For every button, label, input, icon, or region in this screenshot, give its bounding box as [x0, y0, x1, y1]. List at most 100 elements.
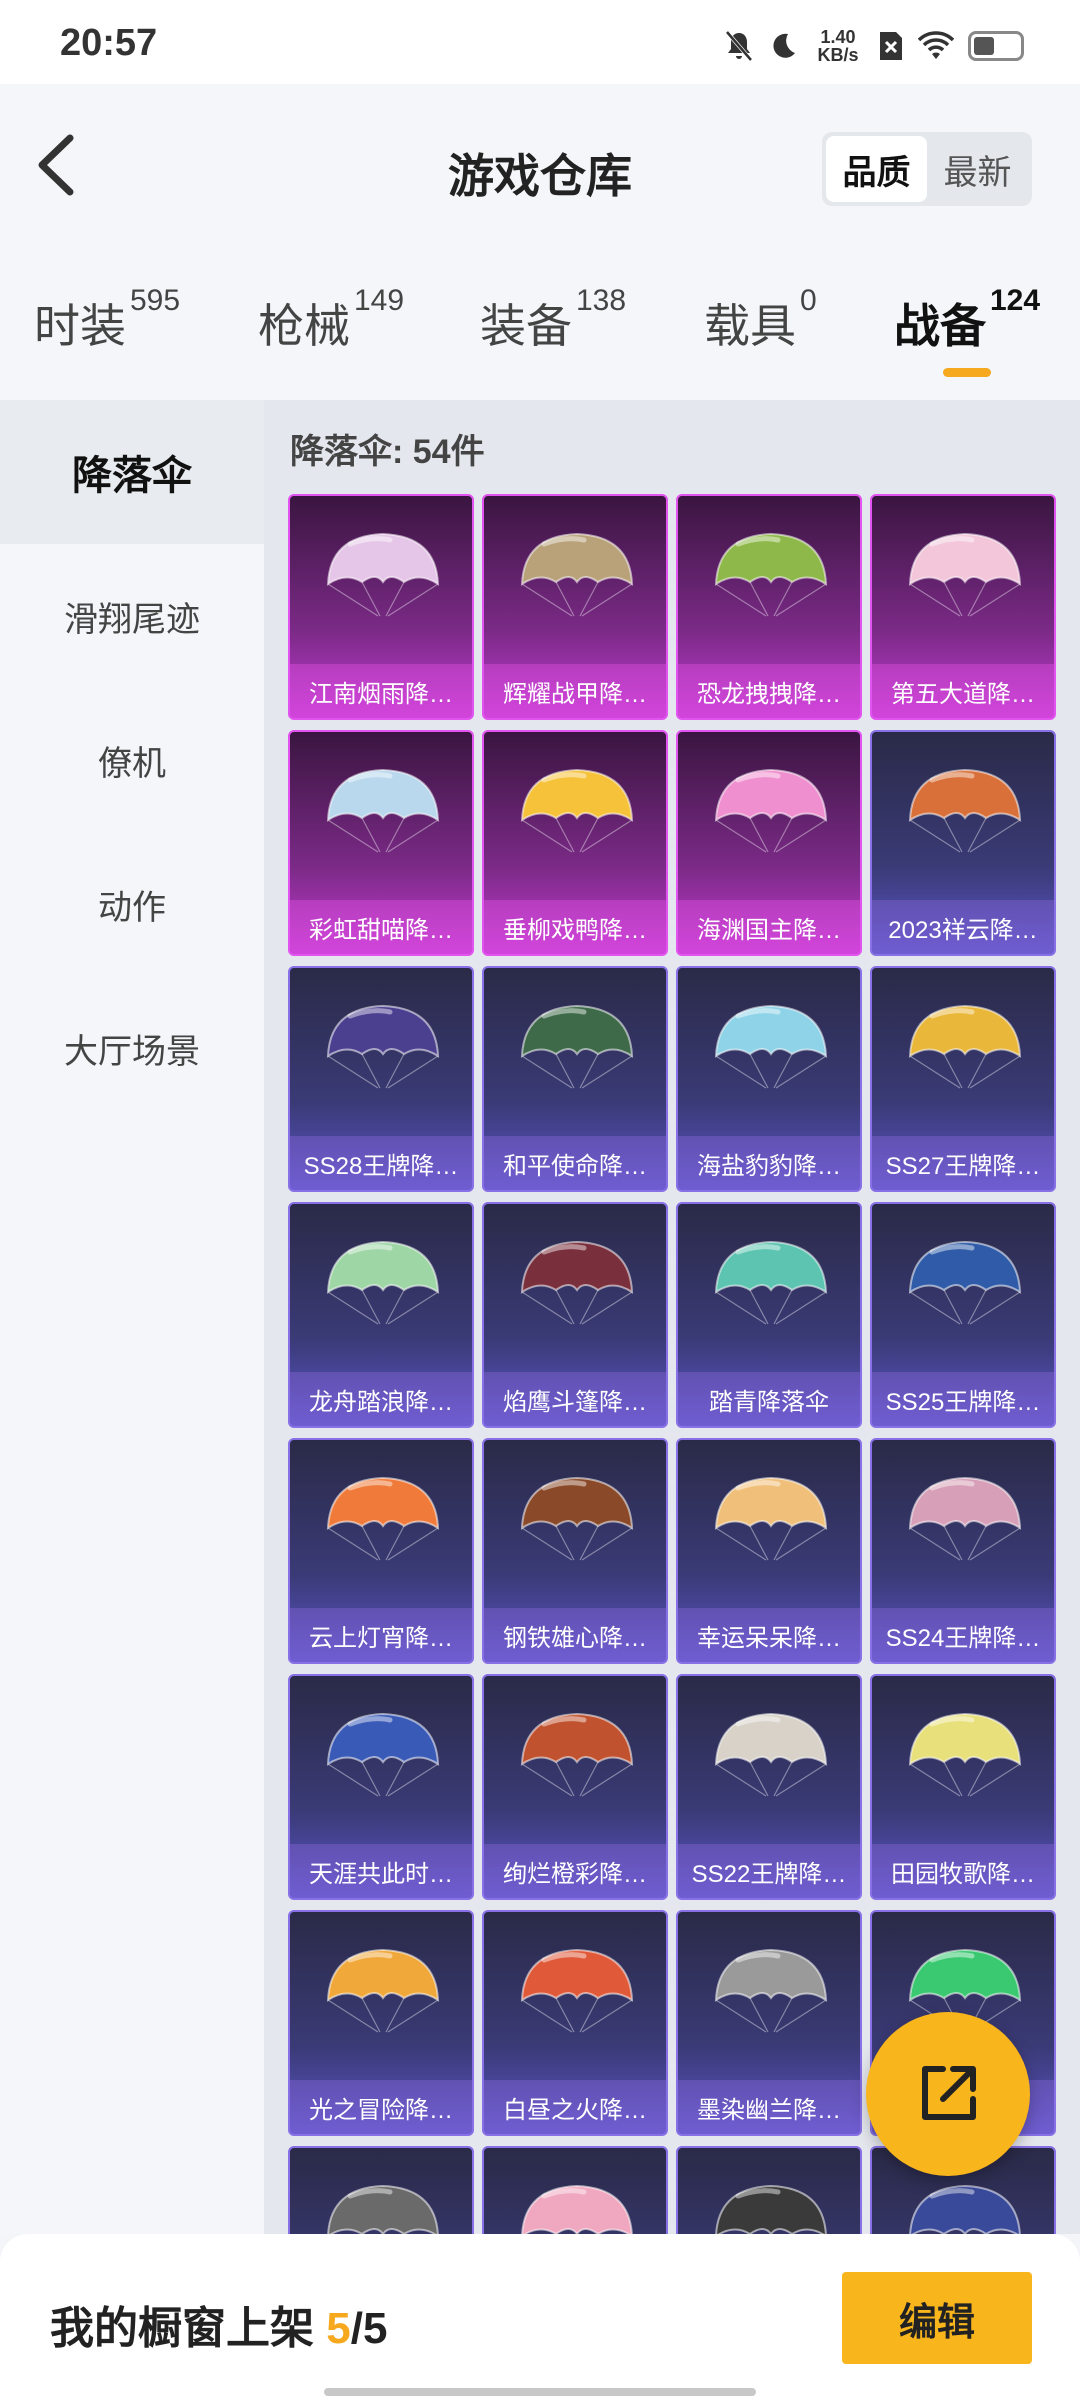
parachute-image	[326, 1948, 440, 2033]
parachute-name: 墨染幽兰降…	[678, 2080, 860, 2134]
parachute-card[interactable]: SS24王牌降…	[870, 1438, 1056, 1664]
parachute-name: 2023祥云降…	[872, 900, 1054, 954]
parachute-image	[715, 2184, 827, 2234]
tab-war-supplies[interactable]: 战备 124	[894, 284, 1040, 377]
parachute-card[interactable]: 2023祥云降…	[870, 730, 1056, 956]
parachute-card[interactable]: 焰鹰斗篷降…	[482, 1202, 668, 1428]
sort-toggle: 品质 最新	[822, 132, 1032, 206]
parachute-image	[520, 1476, 634, 1561]
parachute-name: 天涯共此时…	[290, 1844, 472, 1898]
parachute-card[interactable]	[288, 2146, 474, 2234]
parachute-image	[520, 1004, 634, 1089]
parachute-card[interactable]: SS28王牌降…	[288, 966, 474, 1192]
parachute-image	[909, 2184, 1021, 2234]
parachute-card[interactable]: 白昼之火降…	[482, 1910, 668, 2136]
parachute-card[interactable]: 踏青降落伞	[676, 1202, 862, 1428]
sidebar-item-glide-trail[interactable]: 滑翔尾迹	[0, 544, 264, 688]
parachute-name: 云上灯宵降…	[290, 1608, 472, 1662]
parachute-name: 海渊国主降…	[678, 900, 860, 954]
sidebar: 降落伞 滑翔尾迹 僚机 动作 大厅场景	[0, 400, 264, 2234]
parachute-card[interactable]: 墨染幽兰降…	[676, 1910, 862, 2136]
tab-vehicles[interactable]: 载具 0	[704, 284, 817, 356]
parachute-image	[520, 532, 634, 617]
tab-equipment[interactable]: 装备 138	[480, 284, 626, 356]
parachute-card[interactable]: 绚烂橙彩降…	[482, 1674, 668, 1900]
battery-level	[974, 37, 994, 55]
parachute-card[interactable]: 光之冒险降…	[288, 1910, 474, 2136]
parachute-card[interactable]	[482, 2146, 668, 2234]
edit-button[interactable]: 编辑	[842, 2272, 1032, 2364]
parachute-card[interactable]: 彩虹甜喵降…	[288, 730, 474, 956]
parachute-image	[714, 532, 828, 617]
parachute-name: 和平使命降…	[484, 1136, 666, 1190]
parachute-name: 垂柳戏鸭降…	[484, 900, 666, 954]
parachute-image	[326, 1004, 440, 1089]
showcase-current: 5	[326, 2304, 351, 2353]
parachute-card[interactable]: 和平使命降…	[482, 966, 668, 1192]
parachute-name: 钢铁雄心降…	[484, 1608, 666, 1662]
parachute-card[interactable]: SS25王牌降…	[870, 1202, 1056, 1428]
parachute-image	[326, 768, 440, 853]
status-bar: 20:57 1.40 KB/s	[0, 0, 1080, 84]
parachute-card[interactable]: SS22王牌降…	[676, 1674, 862, 1900]
item-count: 降落伞: 54件	[290, 433, 485, 471]
parachute-name: SS27王牌降…	[872, 1136, 1054, 1190]
sort-option-newest[interactable]: 最新	[927, 136, 1028, 202]
sidebar-item-lobby-scene[interactable]: 大厅场景	[0, 976, 264, 1120]
parachute-image	[520, 1948, 634, 2033]
parachute-card[interactable]: 龙舟踏浪降…	[288, 1202, 474, 1428]
parachute-name: 彩虹甜喵降…	[290, 900, 472, 954]
parachute-image	[908, 1004, 1022, 1089]
parachute-name: SS28王牌降…	[290, 1136, 472, 1190]
parachute-image	[521, 2184, 633, 2234]
parachute-image	[908, 532, 1022, 617]
sidebar-item-wingman[interactable]: 僚机	[0, 688, 264, 832]
share-button[interactable]	[866, 2012, 1030, 2176]
sidebar-item-parachute[interactable]: 降落伞	[0, 400, 264, 544]
active-tab-indicator	[943, 368, 992, 377]
sidebar-item-emote[interactable]: 动作	[0, 832, 264, 976]
parachute-name: 幸运呆呆降…	[678, 1608, 860, 1662]
parachute-name: 绚烂橙彩降…	[484, 1844, 666, 1898]
parachute-card[interactable]: 海盐豹豹降…	[676, 966, 862, 1192]
parachute-image	[326, 1712, 440, 1797]
parachute-name: 田园牧歌降…	[872, 1844, 1054, 1898]
tab-guns[interactable]: 枪械 149	[258, 284, 404, 356]
parachute-card[interactable]	[676, 2146, 862, 2234]
showcase-total: 5	[362, 2304, 388, 2353]
parachute-card[interactable]: 江南烟雨降…	[288, 494, 474, 720]
parachute-card[interactable]: 恐龙拽拽降…	[676, 494, 862, 720]
parachute-image	[326, 1476, 440, 1561]
parachute-name: SS22王牌降…	[678, 1844, 860, 1898]
parachute-image	[714, 1240, 828, 1325]
parachute-card[interactable]: 第五大道降…	[870, 494, 1056, 720]
status-icons: 1.40 KB/s	[724, 28, 1024, 64]
parachute-image	[520, 1712, 634, 1797]
parachute-card[interactable]: 天涯共此时…	[288, 1674, 474, 1900]
home-indicator[interactable]	[324, 2388, 756, 2396]
parachute-image	[714, 1476, 828, 1561]
parachute-card[interactable]: 辉耀战甲降…	[482, 494, 668, 720]
parachute-image	[520, 768, 634, 853]
sort-option-quality[interactable]: 品质	[826, 136, 927, 202]
parachute-card[interactable]: 垂柳戏鸭降…	[482, 730, 668, 956]
status-time: 20:57	[60, 22, 158, 64]
parachute-image	[714, 1948, 828, 2033]
item-grid: 江南烟雨降… 辉耀战甲降… 恐龙拽拽降… 第五大道降… 彩虹甜喵降… 垂柳戏鸭降… 海渊国主…	[288, 494, 1056, 2234]
parachute-card[interactable]: 幸运呆呆降…	[676, 1438, 862, 1664]
parachute-card[interactable]: 田园牧歌降…	[870, 1674, 1056, 1900]
wifi-icon	[918, 31, 954, 59]
parachute-card[interactable]: 海渊国主降…	[676, 730, 862, 956]
sim-off-icon	[880, 32, 902, 60]
mute-bell-icon	[725, 30, 753, 62]
parachute-name: 踏青降落伞	[678, 1372, 860, 1426]
showcase-bar: 我的橱窗上架 5/5 编辑	[0, 2234, 1080, 2400]
parachute-card[interactable]: SS27王牌降…	[870, 966, 1056, 1192]
moon-icon	[773, 33, 795, 58]
tab-fashion[interactable]: 时装 595	[34, 284, 180, 356]
parachute-card[interactable]: 钢铁雄心降…	[482, 1438, 668, 1664]
parachute-image	[520, 1240, 634, 1325]
parachute-card[interactable]: 云上灯宵降…	[288, 1438, 474, 1664]
parachute-image	[908, 1240, 1022, 1325]
parachute-image	[714, 768, 828, 853]
